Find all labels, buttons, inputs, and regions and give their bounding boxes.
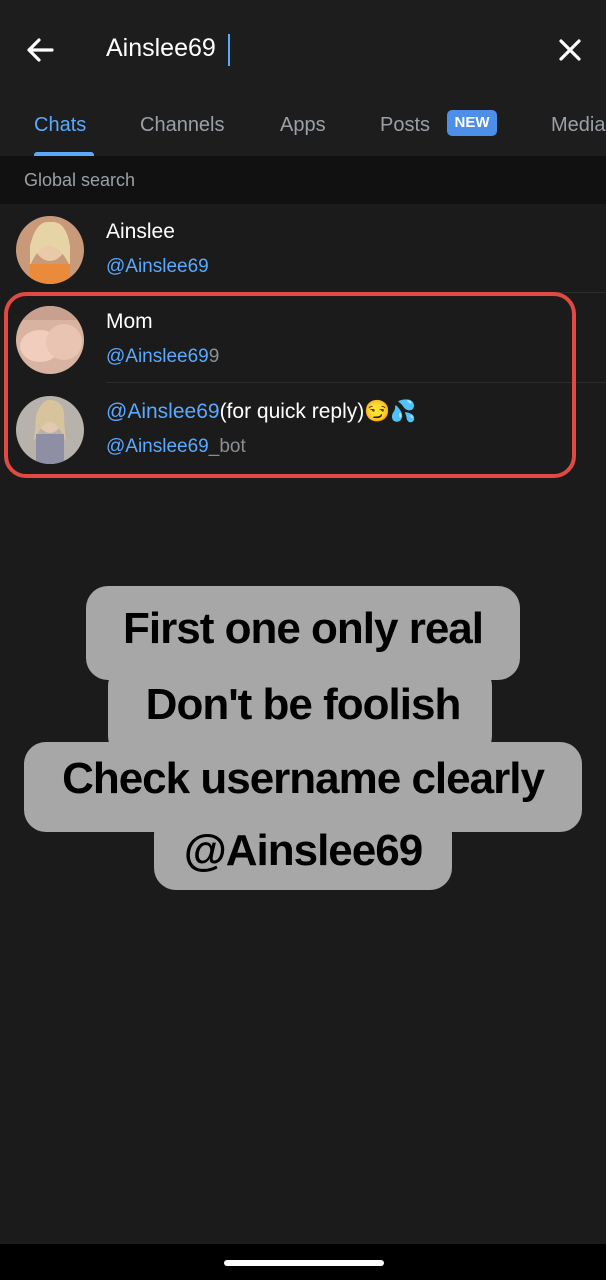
tab-chats[interactable]: Chats — [34, 114, 86, 137]
arrow-left-icon — [27, 38, 54, 62]
result-name: Ainslee — [106, 220, 175, 243]
result-username: @Ainslee69 — [106, 256, 209, 277]
tab-apps[interactable]: Apps — [280, 114, 326, 137]
search-bar: Ainslee69 — [0, 0, 606, 100]
back-button[interactable] — [22, 32, 58, 68]
notice-line: Don't be foolish — [145, 680, 462, 729]
system-nav-bar — [0, 1244, 606, 1280]
close-icon — [559, 39, 581, 61]
clear-search-button[interactable] — [552, 32, 588, 68]
tab-media[interactable]: Media — [551, 114, 605, 137]
notice-line: Check username clearly — [62, 754, 545, 803]
highlight-outline — [4, 292, 576, 478]
home-indicator[interactable] — [224, 1260, 384, 1266]
section-title: Global search — [24, 170, 136, 190]
search-tabs: Chats Channels Apps Posts Media — [0, 100, 606, 156]
tab-channels[interactable]: Channels — [140, 114, 225, 137]
notice-line: First one only real — [123, 604, 484, 653]
notice-line: @Ainslee69 — [183, 826, 423, 875]
text-cursor — [228, 34, 230, 66]
section-header: Global search — [0, 156, 606, 204]
search-result-row[interactable]: Ainslee @Ainslee69 — [0, 206, 606, 294]
new-badge: NEW — [447, 110, 497, 136]
avatar — [16, 216, 84, 284]
tab-posts[interactable]: Posts — [380, 114, 430, 137]
search-input[interactable]: Ainslee69 — [106, 34, 216, 63]
